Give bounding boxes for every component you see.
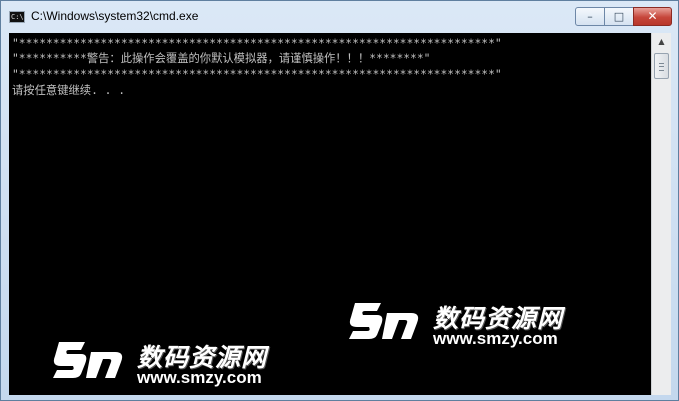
watermark-url: www.smzy.com: [137, 368, 262, 387]
watermark-right: 数码资源网 www.smzy.com: [347, 297, 647, 348]
console-line-warning: "**********警告：此操作会覆盖的你默认模拟器，请谨慎操作！！！****…: [12, 52, 431, 65]
console-line: "***************************************…: [12, 68, 502, 81]
scrollbar-thumb[interactable]: [654, 53, 669, 79]
vertical-scrollbar[interactable]: ▲: [651, 33, 671, 395]
scroll-up-arrow-icon[interactable]: ▲: [653, 34, 670, 50]
minimize-button[interactable]: –: [575, 7, 605, 26]
console-line: "***************************************…: [12, 37, 502, 50]
watermark-logo-icon: [349, 303, 419, 339]
maximize-button[interactable]: □: [604, 7, 634, 26]
close-button[interactable]: ✕: [633, 7, 672, 26]
watermark-left: 数码资源网 www.smzy.com: [51, 336, 351, 387]
cmd-app-icon[interactable]: C:\: [9, 11, 25, 23]
title-bar[interactable]: C:\ C:\Windows\system32\cmd.exe – □ ✕: [1, 1, 678, 33]
watermark-url: www.smzy.com: [433, 329, 558, 348]
watermark-logo-icon: [53, 342, 123, 378]
cmd-window: C:\ C:\Windows\system32\cmd.exe – □ ✕ "*…: [0, 0, 679, 401]
scrollbar-grip-icon: [659, 63, 664, 71]
console-line-prompt: 请按任意键继续. . .: [12, 84, 126, 97]
console-output[interactable]: "***************************************…: [9, 33, 651, 395]
window-title: C:\Windows\system32\cmd.exe: [31, 9, 199, 23]
